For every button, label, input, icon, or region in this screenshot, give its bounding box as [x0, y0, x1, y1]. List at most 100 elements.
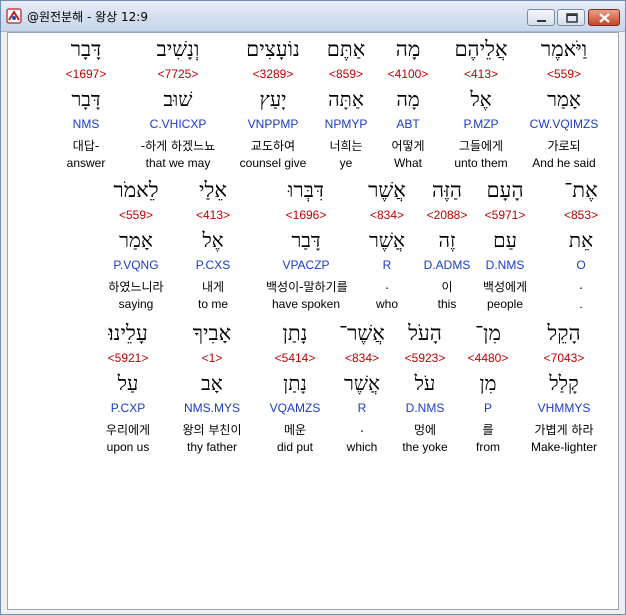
- root-word: נָתַן: [283, 371, 307, 395]
- english-gloss: answer: [66, 156, 106, 170]
- parsing-code: NMS.MYS: [183, 401, 240, 415]
- hebrew-word: דִּבְּרוּ: [288, 178, 324, 202]
- hebrew-word: אֲשֶׁר: [368, 178, 406, 202]
- korean-gloss: 가볍게 하라: [534, 423, 594, 437]
- maximize-button[interactable]: [557, 9, 585, 26]
- hebrew-word: דָּבָר: [70, 37, 102, 61]
- english-gloss: And he said: [532, 156, 596, 170]
- parsing-code: NMS: [72, 117, 100, 131]
- hebrew-word: וַיֹּאמֶר: [540, 37, 588, 61]
- parsing-code: VQAMZS: [269, 401, 321, 415]
- root-word: אֲשֶׁר: [369, 228, 405, 252]
- strong-number: <853>: [563, 208, 599, 222]
- strong-number: <559>: [546, 67, 582, 81]
- hebrew-word: אָבִיךָ: [192, 321, 232, 345]
- hebrew-word: אֵלַי: [199, 178, 227, 202]
- maximize-icon: [566, 13, 578, 23]
- hebrew-word: אֶת־: [564, 178, 598, 202]
- hebrew-word: אֲלֵיהֶם: [454, 37, 508, 61]
- parsing-code: VHMMYS: [537, 401, 591, 415]
- strong-number: <1696>: [285, 208, 327, 222]
- strong-number: <7043>: [543, 351, 585, 365]
- hebrew-word: נוֹעָצִים: [246, 37, 300, 61]
- app-window: @원전분해 - 왕상 12:9 וַיֹּאמֶר <559> אָמַר CW.VQ…: [0, 0, 626, 615]
- parsing-code: NPMYP: [324, 117, 368, 131]
- english-gloss: unto them: [454, 156, 508, 170]
- minimize-icon: [537, 20, 546, 22]
- parsing-code: P.VQNG: [113, 258, 159, 272]
- hebrew-word: לֵאמֹר: [113, 178, 159, 202]
- korean-gloss: 너희는: [329, 139, 363, 153]
- parsing-code: CW.VQIMZS: [529, 117, 599, 131]
- strong-number: <3289>: [252, 67, 294, 81]
- root-word: אָמַר: [119, 228, 153, 252]
- root-word: יָעַץ: [259, 87, 287, 111]
- english-gloss: thy father: [186, 440, 238, 454]
- strong-number: <413>: [463, 67, 499, 81]
- english-gloss: upon us: [106, 440, 150, 454]
- english-gloss: ye: [339, 156, 353, 170]
- minimize-button[interactable]: [527, 9, 555, 26]
- strong-number: <559>: [118, 208, 154, 222]
- parsing-code: VNPPMP: [247, 117, 299, 131]
- parsing-code: P.CXS: [195, 258, 231, 272]
- strong-number: <7725>: [157, 67, 199, 81]
- strong-number: <5414>: [274, 351, 316, 365]
- korean-gloss: -하게 하겠느뇨: [140, 139, 216, 153]
- korean-gloss: 우리에게: [105, 423, 151, 437]
- korean-gloss: 대답-: [72, 139, 100, 153]
- root-word: אֶל: [202, 228, 224, 252]
- english-gloss: that we may: [145, 156, 211, 170]
- app-logo-icon: [6, 8, 22, 24]
- korean-gloss: 내게: [201, 280, 225, 294]
- english-gloss: saying: [118, 297, 154, 311]
- korean-gloss: 하였느니라: [108, 280, 164, 294]
- korean-gloss: 그들에게: [458, 139, 504, 153]
- root-word: דָּבָר: [71, 87, 101, 111]
- hebrew-word: עָלֵינוּ׃: [108, 321, 148, 345]
- parsing-code: P.CXP: [110, 401, 146, 415]
- root-word: אַתָּה: [328, 87, 364, 111]
- english-gloss: to me: [197, 297, 228, 311]
- strong-number: <1697>: [65, 67, 107, 81]
- parsing-code: R: [382, 258, 392, 272]
- hebrew-word: וְנָשִׁיב: [156, 37, 200, 61]
- english-gloss: .: [579, 297, 583, 311]
- root-word: אֶל: [470, 87, 492, 111]
- english-gloss: Make-lighter: [530, 440, 598, 454]
- korean-gloss: 메운: [283, 423, 307, 437]
- parsing-code: C.VHICXP: [149, 117, 207, 131]
- korean-gloss: .: [385, 278, 389, 292]
- korean-gloss: .: [579, 278, 583, 292]
- hebrew-word: הָקֵל: [547, 321, 581, 345]
- root-word: דָּבַר: [291, 228, 321, 252]
- close-button[interactable]: [588, 9, 620, 26]
- korean-gloss: 왕의 부친이: [182, 423, 242, 437]
- root-word: אָמַר: [547, 87, 581, 111]
- english-gloss: have spoken: [271, 297, 341, 311]
- strong-number: <413>: [195, 208, 231, 222]
- korean-gloss: 가로되: [547, 139, 581, 153]
- english-gloss: did put: [276, 440, 314, 454]
- korean-gloss: 백성이-말하기를: [266, 280, 348, 294]
- root-word: אֵת: [568, 228, 594, 252]
- root-word: שׁוּב: [163, 87, 193, 111]
- strong-number: <5921>: [107, 351, 149, 365]
- analysis-pane: וַיֹּאמֶר <559> אָמַר CW.VQIMZS 가로되 And he sa…: [7, 32, 619, 610]
- korean-gloss: 교도하여: [250, 139, 296, 153]
- strong-number: <1>: [201, 351, 223, 365]
- root-word: קָלַל: [549, 371, 579, 395]
- english-gloss: who: [375, 297, 398, 311]
- root-word: אָב: [201, 371, 223, 395]
- parsing-code: VPACZP: [282, 258, 330, 272]
- hebrew-word: אַתֶּם: [326, 37, 366, 61]
- close-icon: [599, 13, 610, 23]
- title-bar[interactable]: @원전분해 - 왕상 12:9: [1, 1, 625, 32]
- strong-number: <859>: [328, 67, 364, 81]
- parsing-code: P.MZP: [463, 117, 499, 131]
- hebrew-word: נָתַן: [282, 321, 308, 345]
- window-title: @원전분해 - 왕상 12:9: [27, 10, 148, 24]
- strong-number: <834>: [369, 208, 405, 222]
- english-gloss: counsel give: [239, 156, 307, 170]
- parsing-code: O: [576, 258, 586, 272]
